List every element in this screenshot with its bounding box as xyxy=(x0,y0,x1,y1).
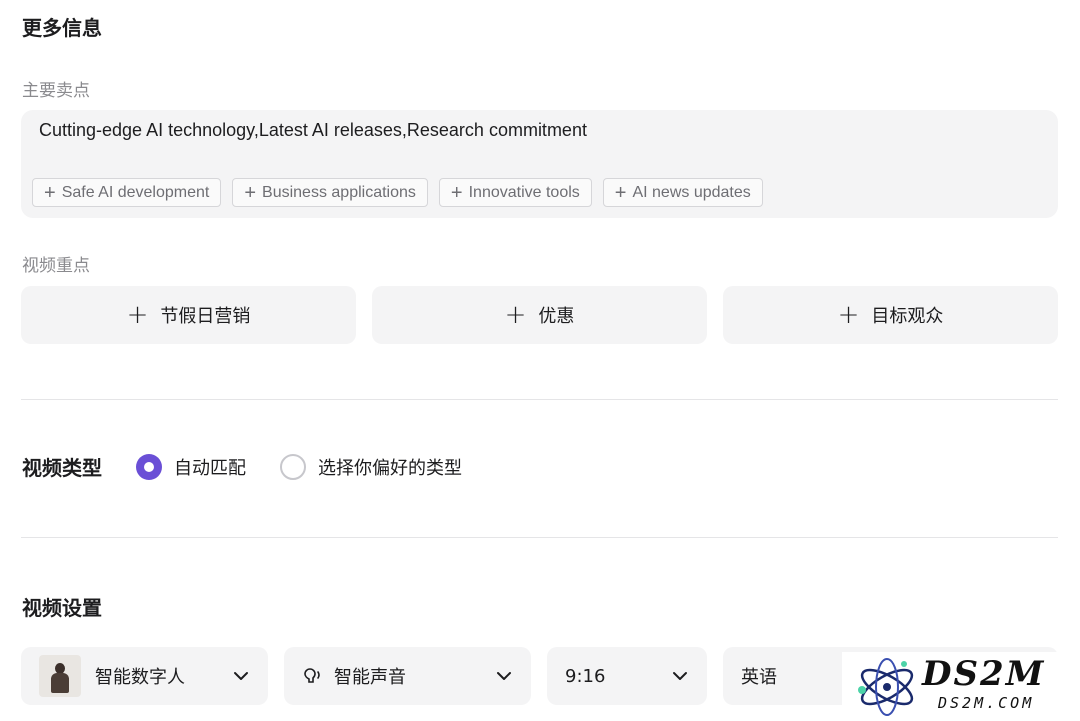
more-info-title: 更多信息 xyxy=(22,16,102,40)
radio-label: 自动匹配 xyxy=(174,457,246,479)
watermark: DS2M DS2M.COM xyxy=(842,652,1078,721)
watermark-domain: DS2M.COM xyxy=(938,694,1035,712)
voice-select-label: 智能声音 xyxy=(334,667,406,688)
language-select-label: 英语 xyxy=(741,667,777,688)
avatar-select-label: 智能数字人 xyxy=(95,667,185,688)
voice-icon xyxy=(304,668,320,683)
focus-discount-button[interactable]: + 优惠 xyxy=(372,286,707,344)
chip-ai-news-updates[interactable]: + AI news updates xyxy=(602,178,763,207)
plus-icon: + xyxy=(614,181,627,204)
radio-auto-match[interactable]: 自动匹配 xyxy=(136,453,246,480)
chip-label: AI news updates xyxy=(632,183,751,201)
divider xyxy=(21,399,1058,400)
plus-icon: + xyxy=(450,181,463,204)
video-type-row: 视频类型 自动匹配 选择你偏好的类型 xyxy=(22,452,496,481)
chip-innovative-tools[interactable]: + Innovative tools xyxy=(438,178,592,207)
voice-select[interactable]: 智能声音 xyxy=(284,647,531,705)
chip-safe-ai-development[interactable]: + Safe AI development xyxy=(32,178,222,207)
focus-button-label: 优惠 xyxy=(538,306,575,327)
chevron-down-icon xyxy=(497,672,511,680)
chip-label: Innovative tools xyxy=(468,183,580,201)
plus-icon: + xyxy=(126,300,149,330)
avatar-select[interactable]: 智能数字人 xyxy=(21,647,268,705)
video-focus-label: 视频重点 xyxy=(22,256,90,276)
suggestion-chips: + Safe AI development + Business applica… xyxy=(32,178,763,207)
chip-label: Business applications xyxy=(262,183,416,201)
chevron-down-icon xyxy=(234,672,248,680)
video-settings-title: 视频设置 xyxy=(22,596,102,620)
watermark-brand: DS2M xyxy=(922,654,1046,694)
focus-holiday-marketing-button[interactable]: + 节假日营销 xyxy=(21,286,356,344)
radio-checked-icon xyxy=(136,453,162,480)
plus-icon: + xyxy=(44,181,56,204)
chevron-down-icon xyxy=(673,672,687,680)
ratio-select-label: 9:16 xyxy=(565,665,606,687)
plus-icon: + xyxy=(504,300,527,330)
radio-choose-type[interactable]: 选择你偏好的类型 xyxy=(280,453,462,480)
selling-points-label: 主要卖点 xyxy=(22,81,90,101)
atom-logo-icon xyxy=(858,658,914,716)
selling-points-value[interactable]: Cutting-edge AI technology,Latest AI rel… xyxy=(39,120,587,141)
plus-icon: + xyxy=(837,300,860,330)
video-type-label: 视频类型 xyxy=(22,456,102,480)
focus-target-audience-button[interactable]: + 目标观众 xyxy=(723,286,1058,344)
radio-unchecked-icon xyxy=(280,453,306,480)
avatar xyxy=(39,655,81,697)
selling-points-field[interactable]: Cutting-edge AI technology,Latest AI rel… xyxy=(21,110,1058,218)
focus-button-label: 目标观众 xyxy=(871,306,944,327)
focus-button-label: 节假日营销 xyxy=(160,306,251,327)
video-focus-buttons: + 节假日营销 + 优惠 + 目标观众 xyxy=(21,286,1058,344)
ratio-select[interactable]: 9:16 xyxy=(547,647,707,705)
plus-icon: + xyxy=(244,181,257,204)
divider xyxy=(21,537,1058,538)
radio-label: 选择你偏好的类型 xyxy=(318,457,462,479)
chip-business-applications[interactable]: + Business applications xyxy=(232,178,428,207)
chip-label: Safe AI development xyxy=(61,183,210,201)
